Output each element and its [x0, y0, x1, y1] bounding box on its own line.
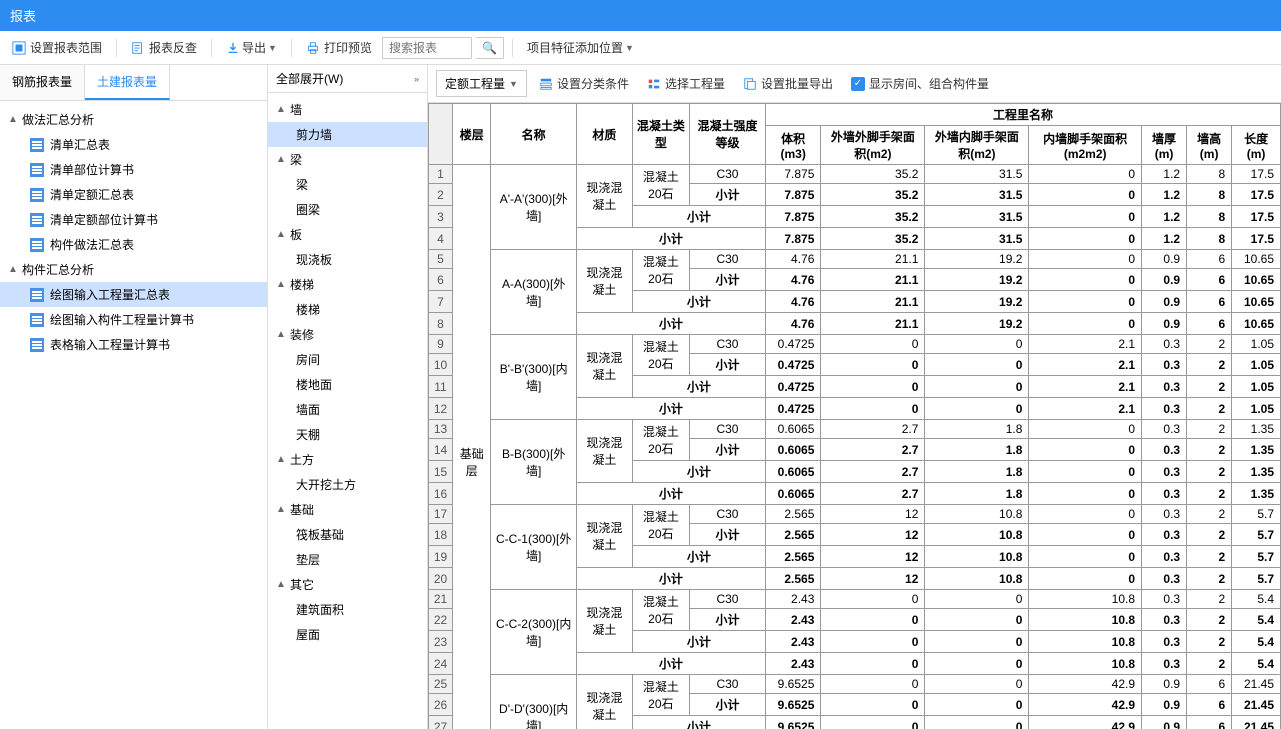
show-room-checkbox[interactable]: ✓显示房间、组合构件量 [845, 71, 995, 96]
doc-icon [30, 138, 44, 152]
separator [512, 39, 513, 57]
mid-item[interactable]: 梁 [268, 172, 427, 197]
tree-item[interactable]: 绘图输入构件工程量计算书 [0, 307, 267, 332]
tree-item[interactable]: 清单部位计算书 [0, 157, 267, 182]
tree-item[interactable]: 清单汇总表 [0, 132, 267, 157]
tree-item[interactable]: 构件做法汇总表 [0, 232, 267, 257]
mid-group[interactable]: ▲土方 [268, 447, 427, 472]
filter-icon [539, 77, 553, 91]
caret-icon: ▲ [276, 579, 286, 590]
doc-icon [30, 163, 44, 177]
left-panel: 钢筋报表量 土建报表量 ▲做法汇总分析 清单汇总表清单部位计算书清单定额汇总表清… [0, 65, 268, 729]
doc-icon [30, 338, 44, 352]
mid-item[interactable]: 天棚 [268, 422, 427, 447]
main-layout: 钢筋报表量 土建报表量 ▲做法汇总分析 清单汇总表清单部位计算书清单定额汇总表清… [0, 65, 1281, 729]
tab-rebar[interactable]: 钢筋报表量 [0, 65, 85, 100]
mid-item[interactable]: 圈梁 [268, 197, 427, 222]
tree-group-practice[interactable]: ▲做法汇总分析 [0, 107, 267, 132]
tab-civil[interactable]: 土建报表量 [85, 65, 170, 100]
reverse-icon [131, 41, 145, 55]
batch-icon [743, 77, 757, 91]
title-bar: 报表 [0, 0, 1281, 31]
range-icon [12, 41, 26, 55]
caret-icon: ▲ [8, 114, 18, 125]
tree-item[interactable]: 表格输入工程量计算书 [0, 332, 267, 357]
mid-item[interactable]: 建筑面积 [268, 597, 427, 622]
doc-icon [30, 313, 44, 327]
quota-qty-dropdown[interactable]: 定额工程量 ▼ [436, 70, 527, 97]
export-button[interactable]: 导出 ▼ [220, 35, 283, 60]
caret-icon: ▲ [276, 229, 286, 240]
mid-group[interactable]: ▲基础 [268, 497, 427, 522]
grid-toolbar: 定额工程量 ▼ 设置分类条件 选择工程量 设置批量导出 ✓显示房间、组合构件量 [428, 65, 1281, 103]
tree-group-component[interactable]: ▲构件汇总分析 [0, 257, 267, 282]
caret-icon: ▲ [8, 264, 18, 275]
mid-item[interactable]: 楼地面 [268, 372, 427, 397]
search-button[interactable]: 🔍 [476, 37, 504, 59]
reverse-button[interactable]: 报表反查 [125, 35, 203, 60]
doc-icon [30, 288, 44, 302]
doc-icon [30, 238, 44, 252]
mid-group[interactable]: ▲墙 [268, 97, 427, 122]
select-icon [647, 77, 661, 91]
select-qty-button[interactable]: 选择工程量 [641, 71, 731, 96]
doc-icon [30, 188, 44, 202]
caret-icon: ▲ [276, 104, 286, 115]
tree-item[interactable]: 清单定额汇总表 [0, 182, 267, 207]
report-tree: ▲做法汇总分析 清单汇总表清单部位计算书清单定额汇总表清单定额部位计算书构件做法… [0, 101, 267, 729]
class-condition-button[interactable]: 设置分类条件 [533, 71, 635, 96]
mid-group[interactable]: ▲梁 [268, 147, 427, 172]
caret-icon: ▲ [276, 329, 286, 340]
feature-position-button[interactable]: 项目特征添加位置 ▼ [521, 35, 640, 60]
mid-item[interactable]: 屋面 [268, 622, 427, 647]
report-tabs: 钢筋报表量 土建报表量 [0, 65, 267, 101]
mid-item[interactable]: 楼梯 [268, 297, 427, 322]
data-grid[interactable]: 楼层名称材质混凝土类型混凝土强度等级工程里名称体积(m3)外墙外脚手架面积(m2… [428, 103, 1281, 729]
mid-item[interactable]: 房间 [268, 347, 427, 372]
expand-all-button[interactable]: 全部展开(W)» [268, 65, 427, 93]
print-preview-button[interactable]: 打印预览 [300, 35, 378, 60]
main-toolbar: 设置报表范围 报表反查 导出 ▼ 打印预览 🔍 项目特征添加位置 ▼ [0, 31, 1281, 65]
mid-group[interactable]: ▲楼梯 [268, 272, 427, 297]
mid-item[interactable]: 筏板基础 [268, 522, 427, 547]
mid-group[interactable]: ▲装修 [268, 322, 427, 347]
caret-icon: ▲ [276, 454, 286, 465]
caret-icon: ▲ [276, 279, 286, 290]
export-icon [226, 41, 240, 55]
mid-item[interactable]: 现浇板 [268, 247, 427, 272]
separator [116, 39, 117, 57]
chevron-down-icon: ▼ [625, 43, 634, 53]
caret-icon: ▲ [276, 154, 286, 165]
search-icon: 🔍 [482, 41, 497, 55]
caret-icon: ▲ [276, 504, 286, 515]
set-range-button[interactable]: 设置报表范围 [6, 35, 108, 60]
chevron-down-icon: ▼ [268, 43, 277, 53]
search-input[interactable] [382, 37, 472, 59]
print-icon [306, 41, 320, 55]
component-tree: ▲墙剪力墙▲梁梁圈梁▲板现浇板▲楼梯楼梯▲装修房间楼地面墙面天棚▲土方大开挖土方… [268, 93, 427, 729]
checkbox-checked-icon: ✓ [851, 77, 865, 91]
mid-item[interactable]: 剪力墙 [268, 122, 427, 147]
right-panel: 定额工程量 ▼ 设置分类条件 选择工程量 设置批量导出 ✓显示房间、组合构件量 … [428, 65, 1281, 729]
separator [211, 39, 212, 57]
doc-icon [30, 213, 44, 227]
batch-export-button[interactable]: 设置批量导出 [737, 71, 839, 96]
mid-group[interactable]: ▲板 [268, 222, 427, 247]
mid-group[interactable]: ▲其它 [268, 572, 427, 597]
expand-icon: » [414, 74, 419, 84]
middle-panel: 全部展开(W)» ▲墙剪力墙▲梁梁圈梁▲板现浇板▲楼梯楼梯▲装修房间楼地面墙面天… [268, 65, 428, 729]
chevron-down-icon: ▼ [509, 79, 518, 89]
mid-item[interactable]: 墙面 [268, 397, 427, 422]
tree-item[interactable]: 绘图输入工程量汇总表 [0, 282, 267, 307]
tree-item[interactable]: 清单定额部位计算书 [0, 207, 267, 232]
mid-item[interactable]: 垫层 [268, 547, 427, 572]
separator [291, 39, 292, 57]
mid-item[interactable]: 大开挖土方 [268, 472, 427, 497]
